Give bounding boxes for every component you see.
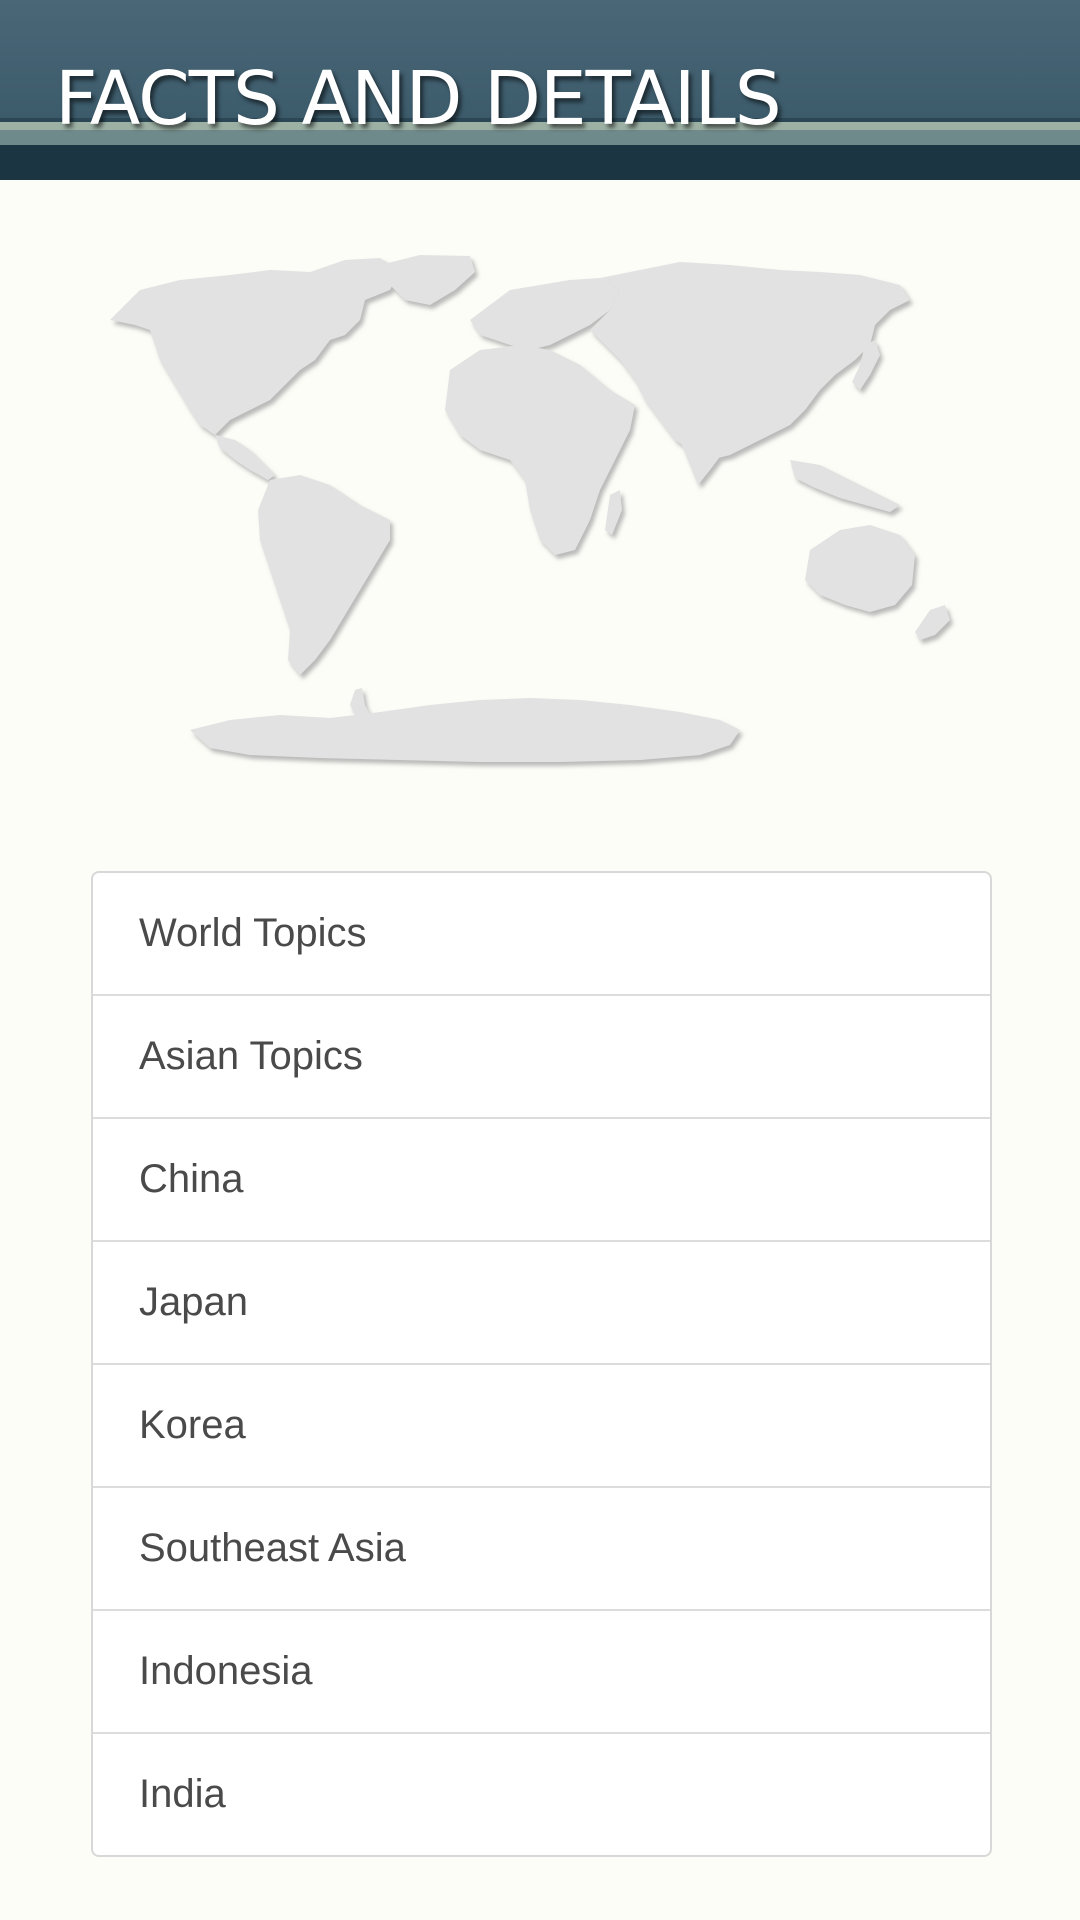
australia-shape (805, 525, 915, 612)
greenland-shape (380, 255, 475, 305)
page: FACTS AND DETAILS World Topics Asian Top… (0, 0, 1080, 1920)
antarctic-peninsula-shape (350, 688, 372, 720)
new-zealand-shape (915, 605, 950, 640)
antarctica-shape (190, 698, 740, 762)
site-header[interactable]: FACTS AND DETAILS (0, 0, 1080, 180)
topic-item-southeast-asia[interactable]: Southeast Asia (93, 1486, 990, 1609)
south-america-shape (258, 475, 390, 675)
topic-item-asian-topics[interactable]: Asian Topics (93, 994, 990, 1117)
topic-item-indonesia[interactable]: Indonesia (93, 1609, 990, 1732)
southeast-asia-islands-shape (790, 460, 900, 512)
topic-item-korea[interactable]: Korea (93, 1363, 990, 1486)
site-title[interactable]: FACTS AND DETAILS (55, 62, 782, 136)
topic-item-china[interactable]: China (93, 1117, 990, 1240)
topic-item-japan[interactable]: Japan (93, 1240, 990, 1363)
topic-item-india[interactable]: India (93, 1732, 990, 1855)
topic-list: World Topics Asian Topics China Japan Ko… (91, 871, 992, 1857)
north-america-shape (110, 258, 400, 435)
topic-item-world-topics[interactable]: World Topics (93, 873, 990, 994)
madagascar-shape (605, 490, 622, 535)
europe-shape (470, 278, 620, 350)
central-america-shape (215, 435, 275, 480)
world-map[interactable] (100, 250, 980, 770)
world-map-icon (110, 255, 950, 762)
header-stripe-dark (0, 145, 1080, 180)
